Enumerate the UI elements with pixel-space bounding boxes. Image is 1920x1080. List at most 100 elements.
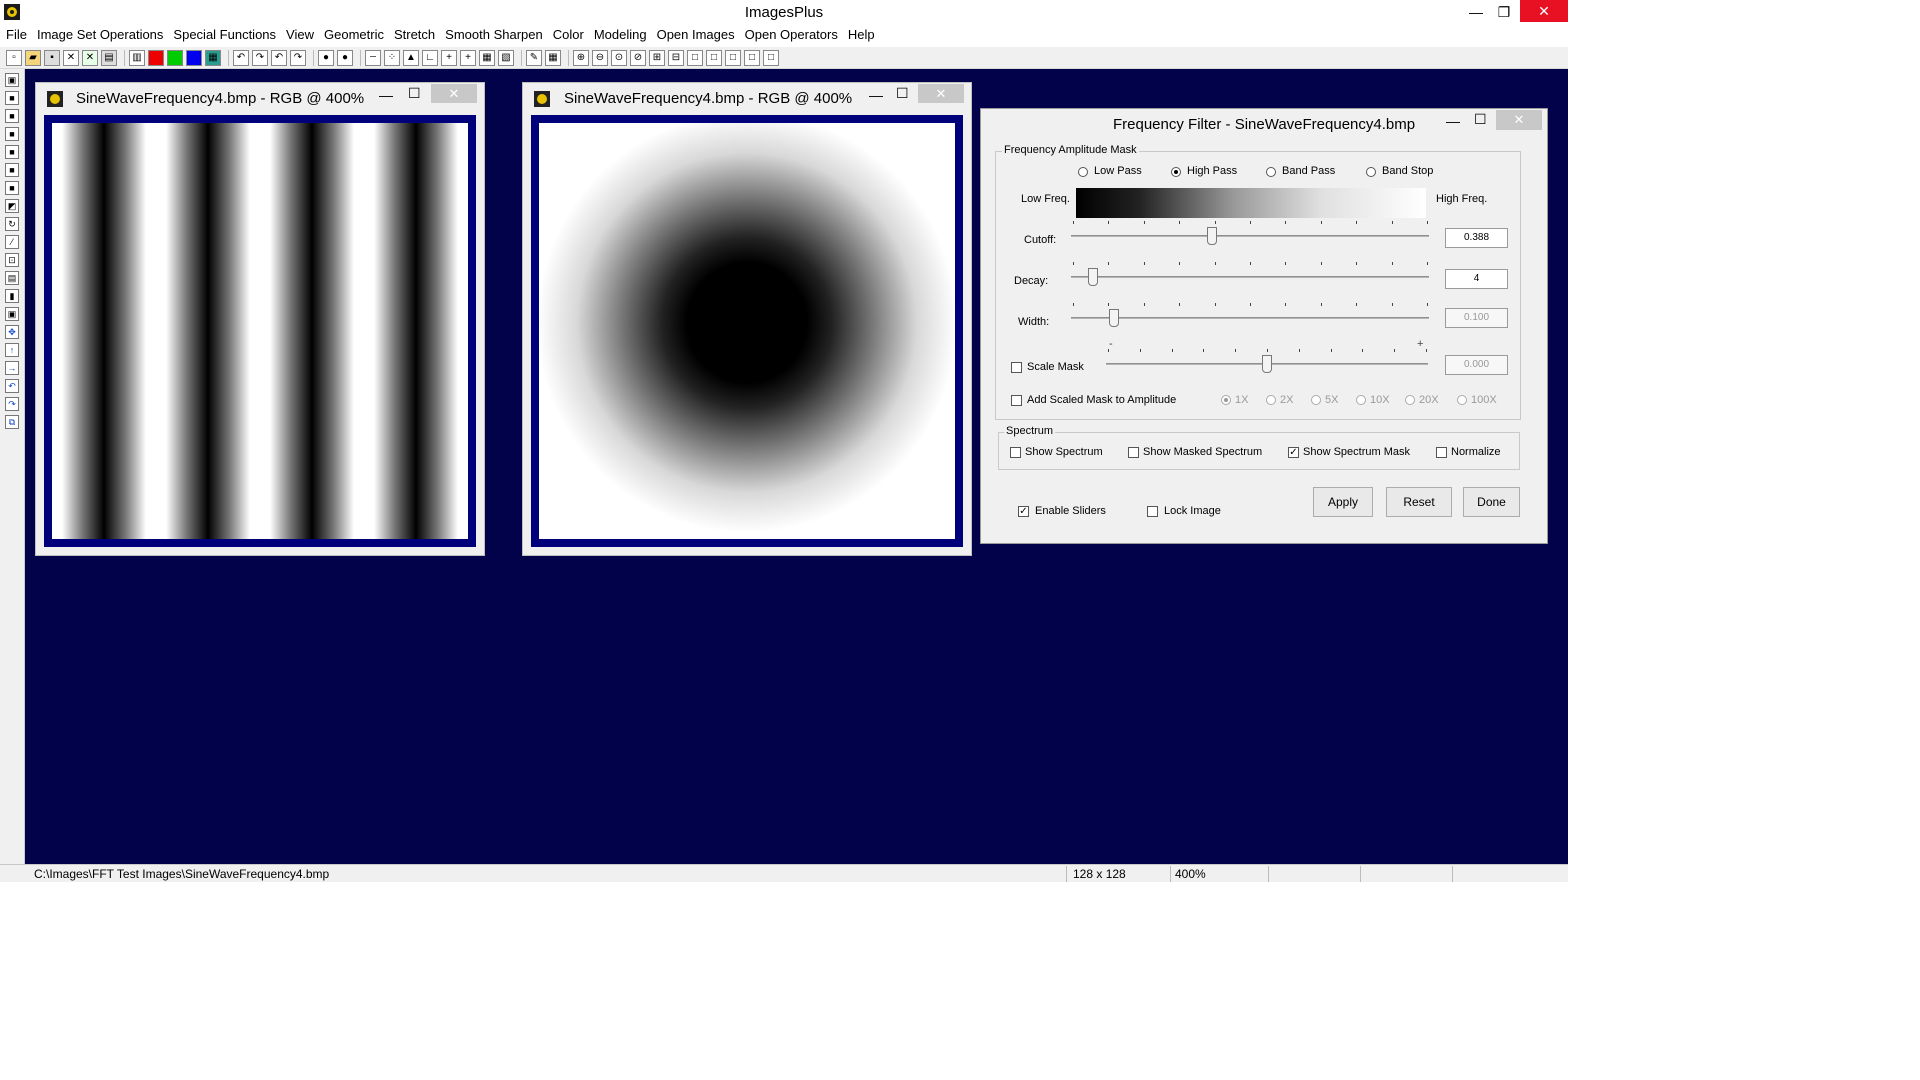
sine-wave-image[interactable] — [52, 123, 468, 539]
pencil-icon[interactable]: ✎ — [526, 49, 542, 66]
palette-icon[interactable]: ▦ — [205, 49, 221, 66]
black-bar-icon[interactable]: ▮ — [5, 289, 19, 303]
image-window-original[interactable]: SineWaveFrequency4.bmp - RGB @ 400% — ☐ … — [35, 82, 485, 556]
close-button[interactable]: ✕ — [1496, 110, 1542, 130]
width-value-field[interactable]: 0.100 — [1445, 308, 1508, 328]
reset-button[interactable]: Reset — [1386, 487, 1452, 517]
table-icon[interactable]: ▦ — [545, 49, 561, 66]
histogram-icon[interactable]: ▲ — [403, 49, 419, 66]
spectrum-checkbox-show-masked-spectrum[interactable] — [1128, 447, 1139, 458]
frame5-icon[interactable]: □ — [763, 49, 779, 66]
right-arrow-icon[interactable]: → — [5, 361, 19, 375]
apply-button[interactable]: Apply — [1313, 487, 1373, 517]
minimize-button[interactable]: — — [869, 87, 883, 103]
multiplier-radio-10x[interactable] — [1356, 395, 1366, 405]
undo-icon[interactable]: ↶ — [271, 49, 287, 66]
scale-mask-checkbox[interactable] — [1011, 362, 1022, 373]
crosshair2-icon[interactable]: + — [460, 49, 476, 66]
curve-icon[interactable]: ∟ — [422, 49, 438, 66]
red-select-icon[interactable]: ▣ — [5, 307, 19, 321]
decay-value-field[interactable]: 4 — [1445, 269, 1508, 289]
select-icon[interactable]: ⊡ — [5, 253, 19, 267]
red-channel-icon[interactable] — [148, 49, 164, 66]
redo-disabled-icon[interactable]: ↷ — [252, 49, 268, 66]
menu-item-special-functions[interactable]: Special Functions — [168, 26, 281, 44]
filter-radio-high-pass[interactable] — [1171, 167, 1181, 177]
ellipse-select-icon[interactable]: ● — [337, 49, 353, 66]
width-slider[interactable] — [1071, 303, 1429, 333]
menu-item-smooth-sharpen[interactable]: Smooth Sharpen — [440, 26, 548, 44]
crosshair-icon[interactable]: + — [441, 49, 457, 66]
restore-button[interactable]: ❐ — [1490, 1, 1518, 23]
multiplier-radio-2x[interactable] — [1266, 395, 1276, 405]
gradient-icon[interactable]: ◩ — [5, 199, 19, 213]
filter-radio-low-pass[interactable] — [1078, 167, 1088, 177]
save-icon[interactable]: ▪ — [44, 49, 60, 66]
refresh-icon[interactable]: ↻ — [5, 217, 19, 231]
green-black-icon[interactable]: ■ — [5, 127, 19, 141]
menu-item-modeling[interactable]: Modeling — [589, 26, 652, 44]
minimize-button[interactable]: — — [1462, 1, 1490, 23]
channel-icon[interactable]: ■ — [5, 163, 19, 177]
multiplier-radio-5x[interactable] — [1311, 395, 1321, 405]
close-all-icon[interactable]: ✕ — [82, 49, 98, 66]
channel2-icon[interactable]: ■ — [5, 181, 19, 195]
zoom-in-icon[interactable]: ⊕ — [573, 49, 589, 66]
image-icon[interactable]: ▣ — [5, 73, 19, 87]
frame3-icon[interactable]: □ — [725, 49, 741, 66]
maximize-button[interactable]: ☐ — [896, 85, 909, 102]
brush-icon[interactable]: ⁄ — [5, 235, 19, 249]
multiplier-radio-1x[interactable] — [1221, 395, 1231, 405]
multiplier-radio-20x[interactable] — [1405, 395, 1415, 405]
spectrum-mask-image[interactable] — [539, 123, 955, 539]
menu-item-file[interactable]: File — [1, 26, 32, 44]
scale-value-field[interactable]: 0.000 — [1445, 355, 1508, 375]
rotate-left-icon[interactable]: ↶ — [5, 379, 19, 393]
frame2-icon[interactable]: □ — [706, 49, 722, 66]
cutoff-slider[interactable] — [1071, 221, 1429, 251]
redo-icon[interactable]: ↷ — [290, 49, 306, 66]
new-file-icon[interactable]: ▫ — [6, 49, 22, 66]
filter-radio-band-stop[interactable] — [1366, 167, 1376, 177]
enable-sliders-checkbox[interactable]: ✓ — [1018, 506, 1029, 517]
levels-icon[interactable]: ▤ — [5, 271, 19, 285]
zoom-actual-icon[interactable]: ⊘ — [630, 49, 646, 66]
menu-item-color[interactable]: Color — [548, 26, 589, 44]
spectrum-checkbox-show-spectrum-mask[interactable]: ✓ — [1288, 447, 1299, 458]
menu-item-open-images[interactable]: Open Images — [652, 26, 740, 44]
filter-radio-band-pass[interactable] — [1266, 167, 1276, 177]
image-icon[interactable]: ▧ — [498, 49, 514, 66]
menu-item-help[interactable]: Help — [843, 26, 880, 44]
rotate-right-icon[interactable]: ↷ — [5, 397, 19, 411]
move-icon[interactable]: ✥ — [5, 325, 19, 339]
dotted-line-icon[interactable]: ┄ — [365, 49, 381, 66]
slider-thumb[interactable] — [1088, 268, 1098, 286]
blue-channel-icon[interactable] — [186, 49, 202, 66]
close-image-icon[interactable]: ✕ — [63, 49, 79, 66]
minimize-button[interactable]: — — [379, 87, 393, 103]
menu-item-open-operators[interactable]: Open Operators — [740, 26, 843, 44]
decay-slider[interactable] — [1071, 262, 1429, 292]
copy-icon[interactable]: ⧉ — [5, 415, 19, 429]
menu-item-geometric[interactable]: Geometric — [319, 26, 389, 44]
add-scaled-mask-checkbox[interactable] — [1011, 395, 1022, 406]
image-window-result[interactable]: SineWaveFrequency4.bmp - RGB @ 400% — ☐ … — [522, 82, 972, 556]
spectrum-checkbox-show-spectrum[interactable] — [1010, 447, 1021, 458]
red-black-icon[interactable]: ■ — [5, 109, 19, 123]
scale-mask-slider[interactable] — [1106, 349, 1428, 379]
frame-icon[interactable]: □ — [687, 49, 703, 66]
grid-icon[interactable]: ▦ — [479, 49, 495, 66]
slider-thumb[interactable] — [1262, 355, 1272, 373]
maximize-button[interactable]: ☐ — [408, 85, 421, 102]
scatter-icon[interactable]: ⁘ — [384, 49, 400, 66]
slider-thumb[interactable] — [1207, 227, 1217, 245]
maximize-button[interactable]: ☐ — [1474, 111, 1487, 128]
undo-disabled-icon[interactable]: ↶ — [233, 49, 249, 66]
menu-item-view[interactable]: View — [281, 26, 319, 44]
close-button[interactable]: ✕ — [918, 84, 964, 103]
zoom-out-icon[interactable]: ⊖ — [592, 49, 608, 66]
cutoff-value-field[interactable]: 0.388 — [1445, 228, 1508, 248]
slider-thumb[interactable] — [1109, 309, 1119, 327]
frame4-icon[interactable]: □ — [744, 49, 760, 66]
close-button[interactable]: ✕ — [431, 84, 477, 103]
